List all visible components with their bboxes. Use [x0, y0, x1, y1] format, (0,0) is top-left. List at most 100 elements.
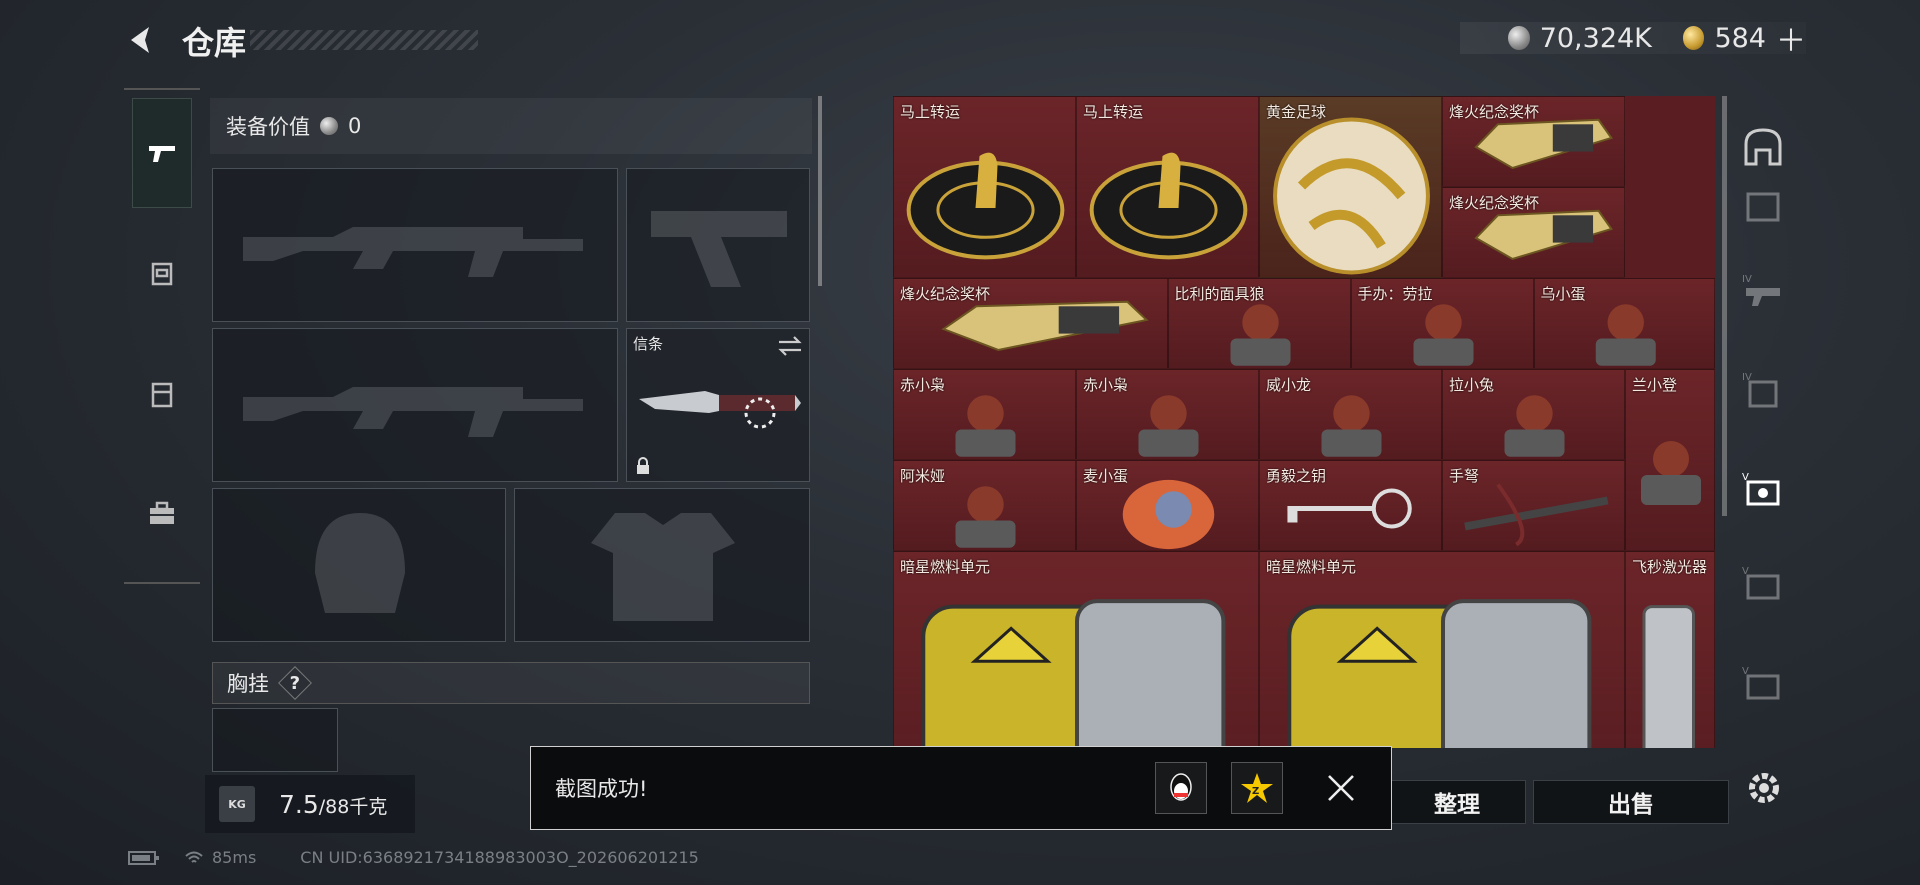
laser-device-icon — [1642, 605, 1695, 748]
stash-item[interactable]: 赤小枭 — [1076, 369, 1259, 460]
category-all-icon[interactable] — [1740, 124, 1786, 170]
stash-item-label: 麦小蛋 — [1083, 467, 1129, 485]
silver-coin-icon — [1508, 26, 1530, 50]
toolbox-icon — [150, 501, 174, 524]
lock-icon — [637, 457, 649, 474]
toast-close-button[interactable] — [1315, 762, 1367, 814]
category-armor-iv-icon[interactable]: IV — [1740, 366, 1786, 412]
stash-item-label: 暗星燃料单元 — [900, 558, 991, 576]
tab-helmet[interactable] — [132, 218, 192, 328]
stash-item[interactable]: 勇毅之钥 — [1259, 460, 1442, 551]
gold-amount: 584 — [1714, 22, 1766, 54]
pistol-icon — [149, 146, 175, 162]
stash-item-label: 乌小蛋 — [1540, 285, 1586, 303]
stash-item[interactable]: 手弩 — [1442, 460, 1625, 551]
category-collectible-v2-icon[interactable]: V — [1740, 560, 1786, 606]
category-collectible-v3-icon[interactable]: V — [1740, 660, 1786, 706]
melee-slot-label: 信条 — [633, 335, 664, 353]
back-button[interactable] — [122, 20, 162, 60]
rifle-silhouette-icon — [243, 387, 583, 437]
stash-item[interactable]: 拉小兔 — [1442, 369, 1625, 460]
stash-item[interactable]: 马上转运 — [1076, 96, 1259, 278]
qq-penguin-icon — [1170, 773, 1192, 801]
stash-item-label: 威小龙 — [1266, 376, 1312, 394]
weight-value: 7.5/88千克 — [279, 789, 388, 819]
helmet-slot[interactable] — [212, 488, 506, 642]
stash-item[interactable]: 兰小登 — [1625, 369, 1715, 551]
add-currency-button[interactable]: ＋ — [1776, 16, 1806, 60]
stash-item[interactable]: 飞秒激光器 — [1625, 551, 1715, 748]
stash-item[interactable]: 烽火纪念奖杯 — [893, 278, 1168, 369]
stash-item[interactable]: 阿米娅 — [893, 460, 1076, 551]
stash-item-label: 兰小登 — [1632, 376, 1678, 394]
figurine-icon — [1641, 441, 1701, 505]
ping-value: 85ms — [212, 848, 257, 867]
rifle-silhouette-icon — [243, 227, 583, 277]
pistol-silhouette-icon — [651, 211, 787, 287]
fuel-cell-barrel-icon — [1287, 599, 1592, 748]
category-collectible-v-icon[interactable]: V — [1740, 466, 1786, 512]
share-qzone-button[interactable]: Z — [1231, 762, 1283, 814]
stash-item-label: 马上转运 — [1083, 103, 1144, 121]
settings-gear-icon[interactable] — [1740, 764, 1788, 812]
stash-grid: 马上转运 马上转运 黄金足球 烽火纪念奖杯 烽火纪念奖杯 烽火纪念奖杯 比利的面… — [893, 96, 1715, 748]
chest-rig-label: 胸挂 — [227, 672, 269, 696]
stash-item-label: 勇毅之钥 — [1266, 467, 1327, 485]
stash-item[interactable]: 手办：劳拉 — [1350, 278, 1534, 369]
swap-icon[interactable] — [777, 335, 803, 357]
secondary-weapon-slot[interactable] — [212, 328, 618, 482]
tab-backpack[interactable] — [132, 338, 192, 448]
stash-item[interactable]: 马上转运 — [893, 96, 1076, 278]
tab-weapons[interactable] — [132, 98, 192, 208]
golden-football-icon — [1273, 117, 1430, 275]
stash-item[interactable]: 威小龙 — [1259, 369, 1442, 460]
armor-silhouette-icon — [591, 513, 735, 621]
help-icon[interactable]: ? — [278, 666, 312, 700]
equipment-scrollbar[interactable] — [818, 96, 822, 286]
status-bar: 85ms CN UID:6368921734188983003O_2026062… — [128, 848, 699, 867]
stash-item[interactable]: 暗星燃料单元 — [1259, 551, 1625, 748]
knife-icon — [639, 391, 801, 429]
toast-message: 截图成功! — [555, 777, 648, 801]
stash-item-label: 手办：劳拉 — [1357, 285, 1433, 303]
equipment-tab-rail — [124, 88, 200, 584]
fortune-wheel-icon — [906, 152, 1065, 260]
stash-item-label: 黄金足球 — [1266, 103, 1327, 121]
tab-toolbox[interactable] — [132, 458, 192, 568]
wifi-icon — [185, 851, 203, 863]
stash-item-label: 赤小枭 — [900, 376, 946, 394]
primary-weapon-slot[interactable] — [212, 168, 618, 322]
stash-item-label: 飞秒激光器 — [1632, 558, 1708, 576]
stash-item-label: 烽火纪念奖杯 — [1449, 103, 1540, 121]
currency-bar: 70,324K 584 ＋ — [1460, 22, 1806, 59]
stash-item[interactable]: 黄金足球 — [1259, 96, 1442, 278]
stash-item[interactable]: 烽火纪念奖杯 — [1442, 96, 1625, 187]
stash-item-label: 比利的面具狼 — [1174, 285, 1265, 303]
stash-item[interactable]: 烽火纪念奖杯 — [1442, 187, 1625, 278]
stash-item[interactable]: 赤小枭 — [893, 369, 1076, 460]
stash-item-label: 烽火纪念奖杯 — [1449, 194, 1540, 212]
weight-icon: KG — [219, 786, 255, 822]
chest-rig-slot[interactable] — [212, 708, 338, 772]
stash-item[interactable]: 乌小蛋 — [1533, 278, 1715, 369]
chest-rig-header: 胸挂 ? — [212, 662, 810, 704]
category-weapon-iv-icon[interactable]: IV — [1740, 268, 1786, 314]
svg-text:IV: IV — [1742, 274, 1752, 285]
close-icon — [1328, 775, 1354, 801]
melee-slot[interactable]: 信条 — [626, 328, 810, 482]
organize-button[interactable]: 整理 — [1388, 780, 1526, 824]
stash-scrollbar[interactable] — [1722, 96, 1727, 516]
stash-item[interactable]: 暗星燃料单元 — [893, 551, 1259, 748]
silver-amount: 70,324K — [1539, 22, 1652, 54]
stash-item[interactable]: 麦小蛋 — [1076, 460, 1259, 551]
stash-item-label: 暗星燃料单元 — [1266, 558, 1357, 576]
fuel-cell-barrel-icon — [921, 599, 1226, 748]
share-qq-button[interactable] — [1155, 762, 1207, 814]
sidearm-slot[interactable] — [626, 168, 810, 322]
sell-button[interactable]: 出售 — [1533, 780, 1729, 824]
armor-slot[interactable] — [514, 488, 810, 642]
svg-text:Z: Z — [1252, 786, 1259, 797]
stash-item[interactable]: 比利的面具狼 — [1167, 278, 1351, 369]
category-box-icon[interactable] — [1740, 184, 1786, 230]
equipment-value-label: 装备价值 — [226, 115, 310, 139]
